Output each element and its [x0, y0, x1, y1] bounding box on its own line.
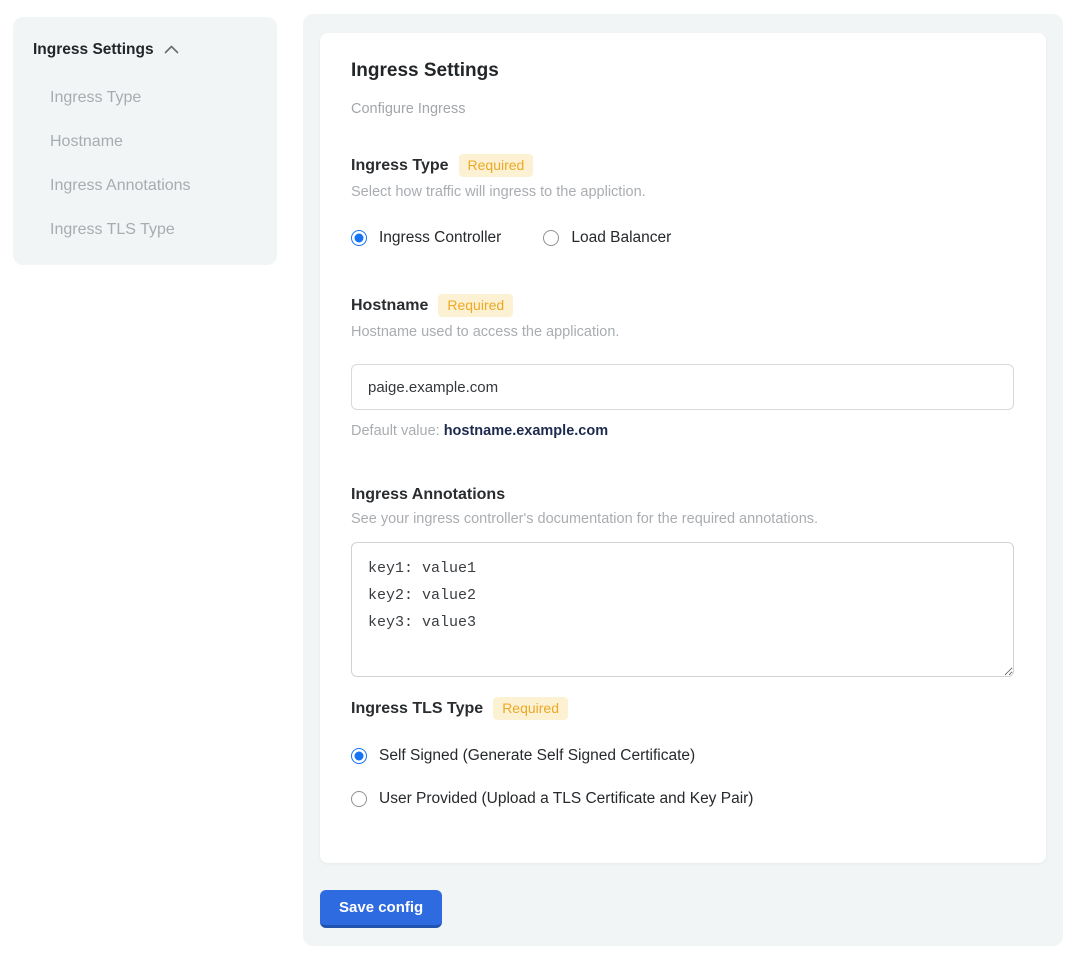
radio-selected-icon[interactable] — [351, 748, 367, 764]
radio-unselected-icon[interactable] — [543, 230, 559, 246]
required-badge: Required — [493, 697, 568, 720]
hostname-description: Hostname used to access the application. — [351, 324, 1015, 340]
ingress-tls-options: Self Signed (Generate Self Signed Certif… — [351, 747, 1015, 808]
radio-option-self-signed[interactable]: Self Signed (Generate Self Signed Certif… — [351, 747, 1015, 765]
section-ingress-type: Ingress Type Required Select how traffic… — [351, 154, 1015, 247]
sidebar-item-ingress-annotations[interactable]: Ingress Annotations — [33, 164, 259, 208]
default-value-prefix: Default value: — [351, 423, 444, 439]
required-badge: Required — [438, 294, 513, 317]
radio-label: Self Signed (Generate Self Signed Certif… — [379, 747, 695, 765]
settings-panel: Ingress Settings Configure Ingress Ingre… — [303, 14, 1063, 946]
ingress-type-options: Ingress Controller Load Balancer — [351, 229, 1015, 247]
sidebar-group-ingress-settings[interactable]: Ingress Settings — [33, 41, 259, 59]
radio-option-load-balancer[interactable]: Load Balancer — [543, 229, 671, 247]
ingress-annotations-textarea[interactable]: key1: value1 key2: value2 key3: value3 — [351, 542, 1014, 677]
sidebar-items: Ingress Type Hostname Ingress Annotation… — [33, 76, 259, 252]
section-ingress-tls-type: Ingress TLS Type Required Self Signed (G… — [351, 697, 1015, 808]
hostname-input[interactable] — [351, 364, 1014, 410]
sidebar-group-title: Ingress Settings — [33, 41, 154, 59]
ingress-tls-type-label: Ingress TLS Type — [351, 700, 483, 718]
ingress-type-label: Ingress Type — [351, 157, 449, 175]
radio-option-user-provided[interactable]: User Provided (Upload a TLS Certificate … — [351, 790, 1015, 808]
radio-selected-icon[interactable] — [351, 230, 367, 246]
ingress-type-description: Select how traffic will ingress to the a… — [351, 184, 1015, 200]
page-title: Ingress Settings — [351, 60, 1015, 82]
radio-unselected-icon[interactable] — [351, 791, 367, 807]
hostname-default-line: Default value: hostname.example.com — [351, 423, 1015, 439]
radio-option-ingress-controller[interactable]: Ingress Controller — [351, 229, 501, 247]
default-value-text: hostname.example.com — [444, 423, 608, 439]
radio-label: User Provided (Upload a TLS Certificate … — [379, 790, 753, 808]
hostname-label: Hostname — [351, 297, 428, 315]
sidebar: Ingress Settings Ingress Type Hostname I… — [13, 17, 277, 265]
sidebar-item-ingress-tls-type[interactable]: Ingress TLS Type — [33, 208, 259, 252]
ingress-annotations-description: See your ingress controller's documentat… — [351, 511, 1015, 527]
save-config-button[interactable]: Save config — [320, 890, 442, 928]
required-badge: Required — [459, 154, 534, 177]
page: Ingress Settings Ingress Type Hostname I… — [0, 0, 1090, 969]
ingress-settings-card: Ingress Settings Configure Ingress Ingre… — [320, 33, 1046, 863]
ingress-annotations-label: Ingress Annotations — [351, 486, 505, 504]
section-hostname: Hostname Required Hostname used to acces… — [351, 294, 1015, 439]
radio-label: Load Balancer — [571, 229, 671, 247]
sidebar-item-hostname[interactable]: Hostname — [33, 120, 259, 164]
page-subtitle: Configure Ingress — [351, 101, 1015, 117]
sidebar-item-ingress-type[interactable]: Ingress Type — [33, 76, 259, 120]
chevron-up-icon — [164, 41, 179, 59]
section-ingress-annotations: Ingress Annotations See your ingress con… — [351, 486, 1015, 677]
radio-label: Ingress Controller — [379, 229, 501, 247]
